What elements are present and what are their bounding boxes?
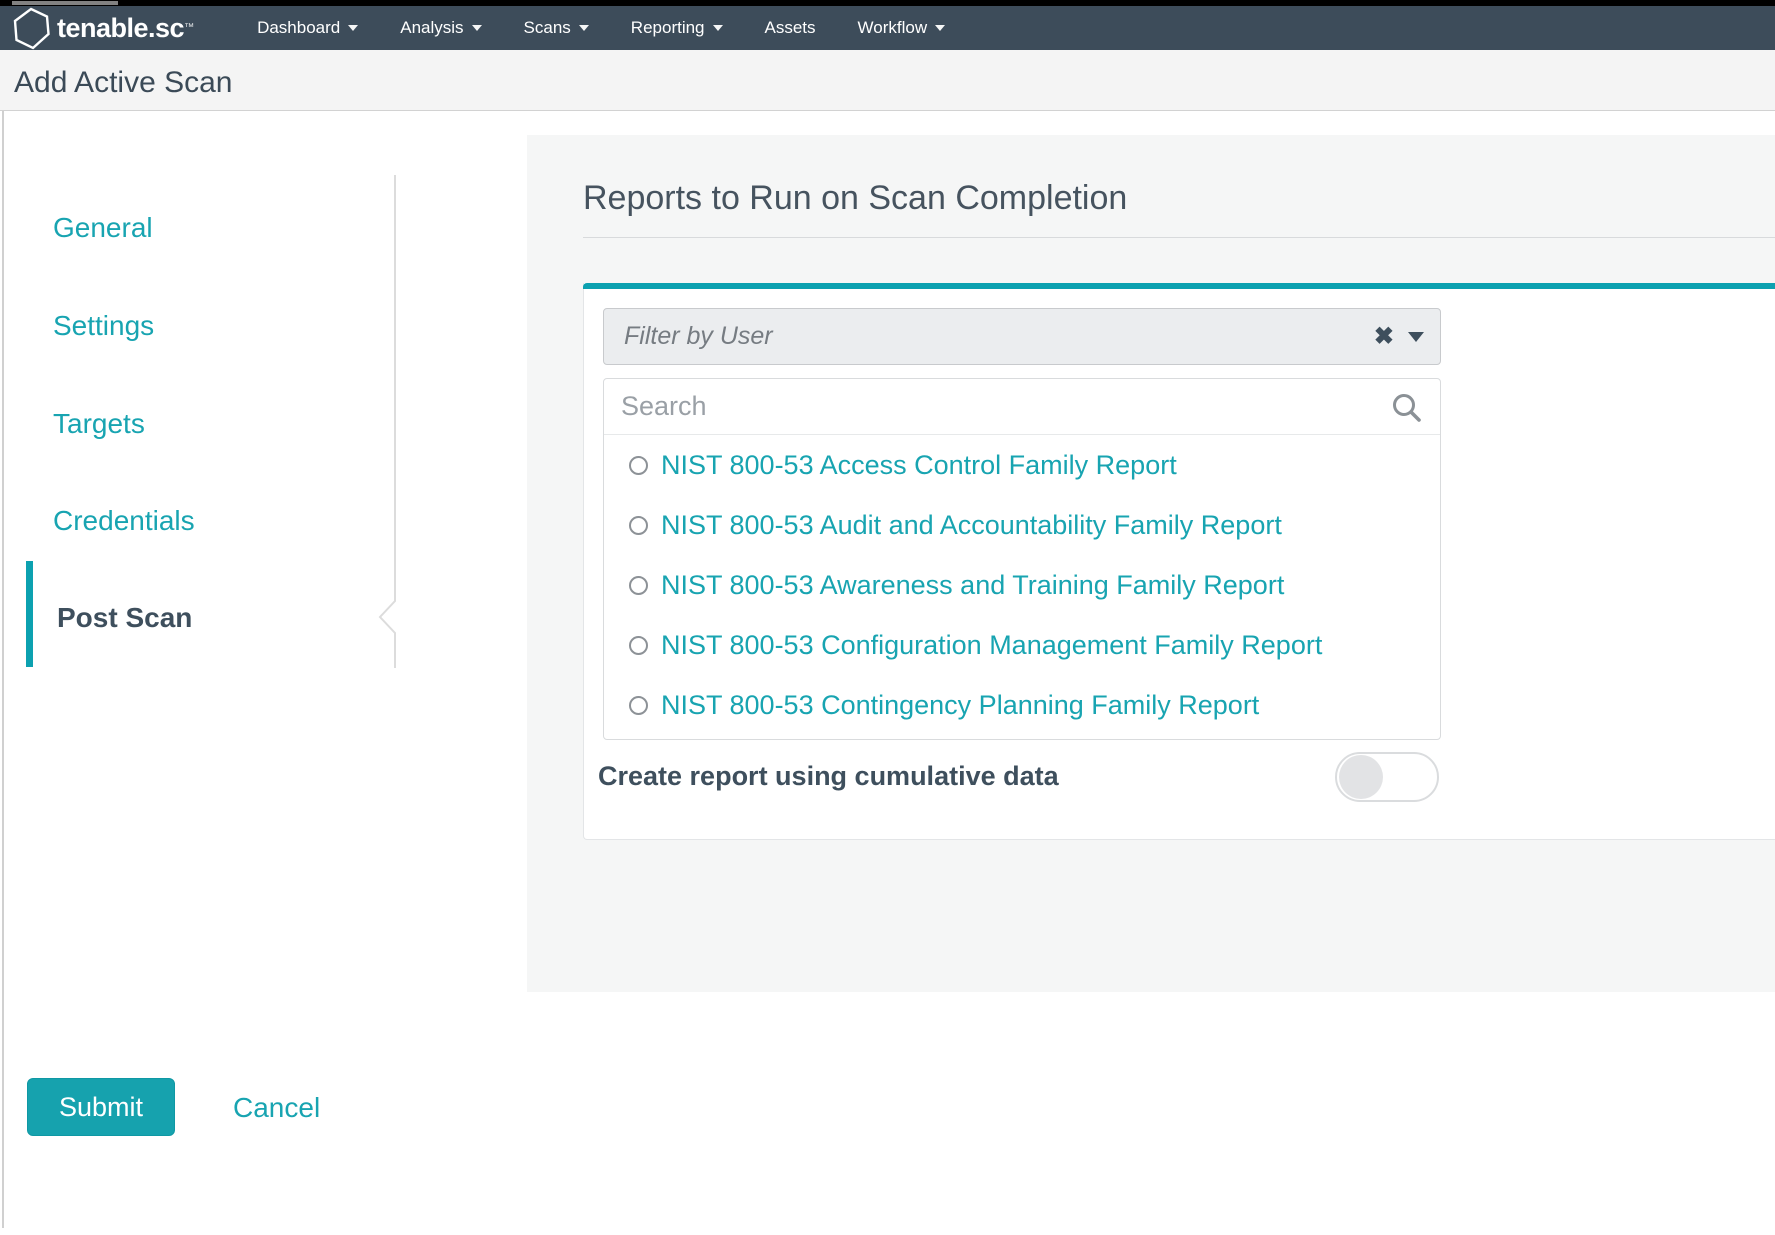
chevron-down-icon (348, 25, 358, 31)
brand-trademark: ™ (184, 21, 194, 35)
chevron-down-icon (713, 25, 723, 31)
report-link[interactable]: NIST 800-53 Audit and Accountability Fam… (661, 510, 1282, 541)
brand-name: tenable.sc (57, 13, 184, 44)
sidebar-item-targets[interactable]: Targets (53, 408, 145, 440)
nav-item-analysis[interactable]: Analysis (379, 6, 502, 50)
nav-item-workflow[interactable]: Workflow (837, 6, 967, 50)
toggle-knob (1339, 755, 1383, 799)
cumulative-data-toggle[interactable] (1335, 752, 1439, 802)
report-row[interactable]: NIST 800-53 Awareness and Training Famil… (604, 555, 1440, 615)
cumulative-data-label: Create report using cumulative data (598, 761, 1059, 792)
nav-item-reporting[interactable]: Reporting (610, 6, 744, 50)
page-header (0, 50, 1775, 111)
nav-item-label: Reporting (631, 18, 705, 38)
submit-button[interactable]: Submit (27, 1078, 175, 1136)
nav-item-label: Scans (524, 18, 571, 38)
report-radio[interactable] (629, 456, 648, 475)
main-panel: Reports to Run on Scan Completion Filter… (527, 135, 1775, 992)
report-radio[interactable] (629, 696, 648, 715)
page-left-border (2, 111, 4, 1228)
cancel-button[interactable]: Cancel (233, 1092, 320, 1124)
active-step-indicator (26, 561, 33, 667)
report-link[interactable]: NIST 800-53 Configuration Management Fam… (661, 630, 1322, 661)
report-row[interactable]: NIST 800-53 Configuration Management Fam… (604, 615, 1440, 675)
report-radio[interactable] (629, 576, 648, 595)
report-link[interactable]: NIST 800-53 Access Control Family Report (661, 450, 1177, 481)
filter-icons: ✖ (1374, 325, 1424, 349)
search-icon[interactable] (1390, 392, 1424, 426)
filter-by-user-label: Filter by User (624, 322, 1374, 351)
nav-item-dashboard[interactable]: Dashboard (236, 6, 379, 50)
nav-item-scans[interactable]: Scans (503, 6, 610, 50)
sidebar-item-credentials[interactable]: Credentials (53, 505, 195, 537)
nav-items: Dashboard Analysis Scans Reporting Asset… (236, 6, 966, 50)
top-strip-segment (12, 1, 118, 5)
sidebar-item-post-scan[interactable]: Post Scan (57, 602, 192, 634)
card-accent-bar (583, 283, 1775, 289)
search-row (604, 379, 1440, 435)
section-heading: Reports to Run on Scan Completion (583, 179, 1127, 218)
hexagon-logo-icon (12, 7, 52, 50)
nav-item-label: Workflow (858, 18, 928, 38)
page-title: Add Active Scan (14, 66, 232, 100)
report-row[interactable]: NIST 800-53 Audit and Accountability Fam… (604, 495, 1440, 555)
clear-filter-icon[interactable]: ✖ (1374, 325, 1394, 349)
report-row[interactable]: NIST 800-53 Access Control Family Report (604, 435, 1440, 495)
tenable-logo[interactable]: tenable.sc ™ (12, 7, 194, 50)
sidebar-item-settings[interactable]: Settings (53, 310, 154, 342)
sidebar-item-general[interactable]: General (53, 212, 153, 244)
report-picker: NIST 800-53 Access Control Family Report… (603, 378, 1441, 740)
report-radio[interactable] (629, 636, 648, 655)
report-link[interactable]: NIST 800-53 Contingency Planning Family … (661, 690, 1259, 721)
nav-item-assets[interactable]: Assets (744, 6, 837, 50)
report-row[interactable]: NIST 800-53 Contingency Planning Family … (604, 675, 1440, 735)
main-navbar: tenable.sc ™ Dashboard Analysis Scans Re… (0, 6, 1775, 50)
nav-item-label: Dashboard (257, 18, 340, 38)
post-scan-card: Filter by User ✖ NIST 800-53 Access Cont… (583, 283, 1775, 840)
report-radio[interactable] (629, 516, 648, 535)
chevron-down-icon (579, 25, 589, 31)
chevron-down-icon (935, 25, 945, 31)
sidebar-connector-line (373, 175, 413, 675)
chevron-down-icon[interactable] (1408, 332, 1424, 342)
report-link[interactable]: NIST 800-53 Awareness and Training Famil… (661, 570, 1284, 601)
heading-divider (583, 237, 1775, 238)
nav-item-label: Analysis (400, 18, 463, 38)
search-input[interactable] (604, 379, 1440, 434)
nav-item-label: Assets (765, 18, 816, 38)
chevron-down-icon (472, 25, 482, 31)
filter-by-user-select[interactable]: Filter by User ✖ (603, 308, 1441, 365)
